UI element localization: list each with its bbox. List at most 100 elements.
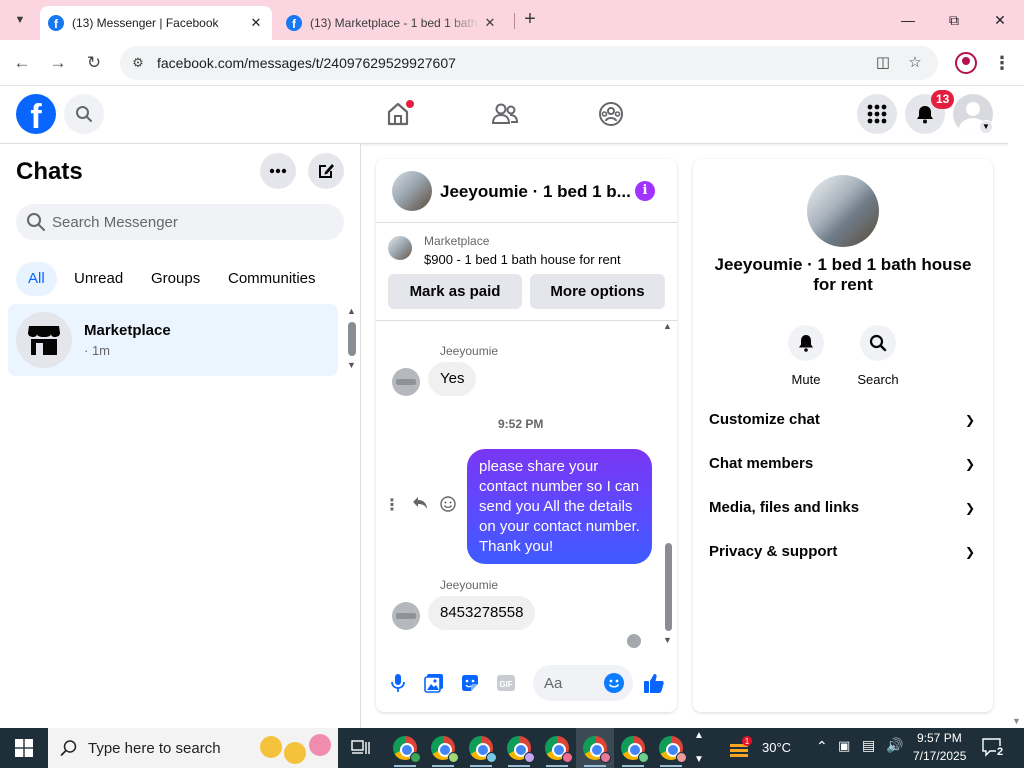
close-tab-icon[interactable]: ✕ xyxy=(246,15,266,31)
filter-communities[interactable]: Communities xyxy=(216,262,328,296)
section-privacy-support[interactable]: Privacy & support ❯ xyxy=(709,540,979,564)
scroll-thumb[interactable] xyxy=(348,322,356,356)
windows-start-icon[interactable] xyxy=(0,728,48,768)
chevron-up-icon[interactable]: ⌃ xyxy=(816,738,828,755)
gif-icon[interactable]: GIF xyxy=(494,671,518,695)
sender-avatar[interactable] xyxy=(392,368,420,396)
new-message-button[interactable] xyxy=(308,153,344,189)
more-vertical-icon[interactable]: ⋮ xyxy=(382,496,402,516)
taskbar-search-input[interactable] xyxy=(88,728,268,768)
thumbs-up-icon[interactable] xyxy=(642,671,666,695)
star-icon[interactable]: ☆ xyxy=(905,53,925,73)
minimize-icon[interactable]: — xyxy=(898,10,918,30)
weather-temperature[interactable]: 30°C xyxy=(762,740,791,755)
close-tab-icon[interactable]: ✕ xyxy=(480,15,500,31)
section-customize-chat[interactable]: Customize chat ❯ xyxy=(709,408,979,432)
message-composer: GIF xyxy=(376,662,677,702)
more-options-button[interactable]: More options xyxy=(530,274,665,309)
restore-icon[interactable]: ⧉ xyxy=(944,10,964,30)
back-arrow-icon[interactable]: ← xyxy=(11,52,33,74)
page-scrollbar[interactable]: ▼ xyxy=(1008,86,1024,728)
chat-options-button[interactable] xyxy=(260,153,296,189)
mark-as-paid-button[interactable]: Mark as paid xyxy=(388,274,522,309)
section-media-files-links[interactable]: Media, files and links ❯ xyxy=(709,496,979,520)
message-input[interactable] xyxy=(544,665,604,701)
kebab-menu-icon[interactable]: ⋮ xyxy=(992,52,1012,74)
meet-now-icon[interactable]: ▣ xyxy=(838,738,850,754)
scroll-down-icon[interactable]: ▼ xyxy=(1012,716,1021,726)
close-window-icon[interactable]: ✕ xyxy=(990,10,1010,30)
info-icon[interactable]: i xyxy=(635,181,655,201)
filter-unread[interactable]: Unread xyxy=(62,262,135,296)
outgoing-message[interactable]: please share your contact number so I ca… xyxy=(467,449,652,564)
task-view-icon[interactable] xyxy=(342,728,380,768)
listing-avatar[interactable] xyxy=(807,175,879,247)
tab-search-chevron-icon[interactable]: ▼ xyxy=(6,6,34,34)
incoming-message[interactable]: Yes xyxy=(428,362,477,396)
install-app-icon[interactable]: ◫ xyxy=(873,53,893,73)
reload-icon[interactable]: ↻ xyxy=(83,52,105,74)
friends-icon[interactable] xyxy=(489,98,521,130)
mute-button[interactable]: Mute xyxy=(776,325,836,387)
microphone-icon[interactable] xyxy=(386,671,410,695)
chrome-taskbar-icon[interactable] xyxy=(462,728,500,768)
chats-sidebar: Chats All Unread Groups Communities Mark… xyxy=(0,144,361,728)
notification-count-badge: 13 xyxy=(931,90,955,109)
facebook-logo-icon[interactable]: f xyxy=(16,94,56,134)
section-chat-members[interactable]: Chat members ❯ xyxy=(709,452,979,476)
search-messenger-field[interactable] xyxy=(16,204,344,240)
chrome-taskbar-icon[interactable] xyxy=(386,728,424,768)
scroll-up-icon[interactable]: ▲ xyxy=(347,306,356,316)
message-input-field[interactable] xyxy=(533,665,633,701)
network-icon[interactable]: ▤ xyxy=(862,737,875,754)
filter-all[interactable]: All xyxy=(16,262,57,296)
emoji-face-icon xyxy=(260,736,282,758)
profile-icon[interactable] xyxy=(955,52,977,74)
sender-avatar[interactable] xyxy=(392,602,420,630)
clock-date[interactable]: 7/17/2025 xyxy=(913,749,966,763)
scroll-up-icon[interactable]: ▲ xyxy=(663,321,672,331)
conversation-scrollbar[interactable]: ▲ ▼ xyxy=(663,321,675,649)
taskbar-scroll-up-icon[interactable]: ▲ xyxy=(694,730,704,741)
react-emoji-icon[interactable] xyxy=(438,496,458,516)
listing-title[interactable]: $900 - 1 bed 1 bath house for rent xyxy=(424,252,621,267)
incoming-message[interactable]: 8453278558 xyxy=(428,596,536,630)
volume-icon[interactable]: 🔊 xyxy=(886,737,903,754)
chat-list-scrollbar[interactable]: ▲ ▼ xyxy=(346,304,358,376)
chevron-down-icon[interactable]: ▼ xyxy=(979,120,993,134)
chrome-taskbar-icon[interactable] xyxy=(500,728,538,768)
groups-icon[interactable] xyxy=(595,98,627,130)
chrome-taskbar-icon[interactable] xyxy=(614,728,652,768)
scroll-thumb[interactable] xyxy=(665,543,672,631)
search-messenger-input[interactable] xyxy=(52,204,332,240)
url-text[interactable]: facebook.com/messages/t/2409762952992760… xyxy=(157,55,456,71)
address-bar[interactable]: ⚙ facebook.com/messages/t/24097629529927… xyxy=(120,46,938,80)
search-conversation-button[interactable]: Search xyxy=(848,325,908,387)
facebook-search-button[interactable] xyxy=(64,94,104,134)
weather-icon[interactable]: 1 xyxy=(728,736,752,760)
conversation-name[interactable]: Jeeyoumie · 1 bed 1 b... xyxy=(440,182,632,202)
clock-time[interactable]: 9:57 PM xyxy=(917,731,962,745)
conversation-avatar[interactable] xyxy=(392,171,432,211)
chrome-taskbar-icon[interactable] xyxy=(538,728,576,768)
tab-marketplace[interactable]: f (13) Marketplace - 1 bed 1 bath ✕ xyxy=(278,6,506,40)
menu-grid-button[interactable] xyxy=(857,94,897,134)
scroll-down-icon[interactable]: ▼ xyxy=(663,635,672,645)
chat-list-item[interactable]: Marketplace · 1m xyxy=(8,304,338,376)
reply-icon[interactable] xyxy=(410,496,430,516)
taskbar-scroll-down-icon[interactable]: ▼ xyxy=(694,754,704,765)
new-tab-icon[interactable]: + xyxy=(518,8,542,32)
photo-icon[interactable] xyxy=(422,671,446,695)
tab-messenger[interactable]: f (13) Messenger | Facebook ✕ xyxy=(40,6,272,40)
filter-groups[interactable]: Groups xyxy=(139,262,212,296)
chrome-taskbar-icon[interactable] xyxy=(576,728,614,768)
sticker-icon[interactable] xyxy=(458,671,482,695)
chrome-taskbar-icon[interactable] xyxy=(652,728,690,768)
forward-arrow-icon[interactable]: → xyxy=(47,52,69,74)
scroll-down-icon[interactable]: ▼ xyxy=(347,360,356,370)
taskbar-search-field[interactable] xyxy=(48,728,338,768)
tune-icon[interactable]: ⚙ xyxy=(128,53,148,73)
chrome-taskbar-icon[interactable] xyxy=(424,728,462,768)
emoji-icon[interactable] xyxy=(604,673,624,693)
listing-thumbnail[interactable] xyxy=(388,236,412,260)
